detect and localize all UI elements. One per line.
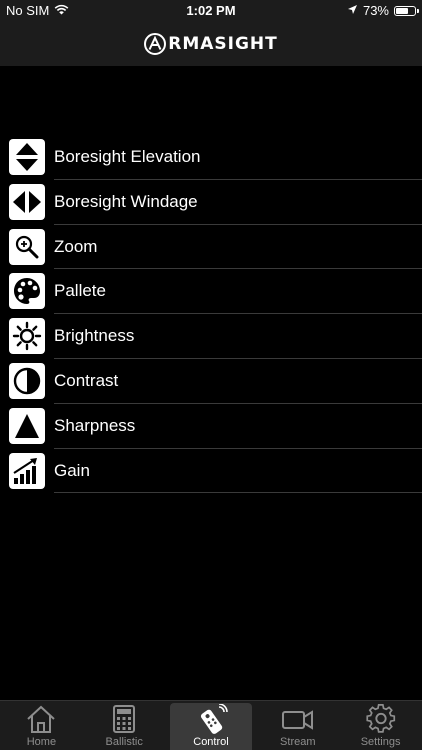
control-item-contrast[interactable]: Contrast [0,359,422,404]
tab-label: Home [26,736,57,748]
tab-settings[interactable]: Settings [339,701,422,750]
control-item-brightness[interactable]: Brightness [0,314,422,359]
palette-icon [9,273,45,310]
control-item-label: Boresight Windage [54,191,198,211]
control-list: Boresight Elevation Boresight Windage Zo… [0,135,422,494]
tab-home[interactable]: Home [0,701,83,750]
armasight-logo: RMASIGHT [144,33,278,55]
calculator-icon [113,705,136,733]
sun-icon [9,318,45,355]
control-item-boresight-elevation[interactable]: Boresight Elevation [0,135,422,180]
home-icon [27,705,56,733]
control-item-label: Zoom [54,236,98,256]
tab-label: Stream [280,736,316,748]
control-item-label: Gain [54,460,90,480]
magnifier-icon [9,228,45,265]
battery-percent: 73% [362,3,389,18]
tab-stream[interactable]: Stream [256,701,339,750]
contrast-icon [9,362,45,399]
control-item-label: Pallete [54,281,106,301]
logo-text: RMASIGHT [168,34,278,54]
up-down-arrows-icon [9,139,45,175]
gear-icon [365,704,395,733]
location-arrow-icon [347,3,358,18]
tab-control[interactable]: Control [169,703,253,750]
control-item-boresight-windage[interactable]: Boresight Windage [0,180,422,225]
control-item-label: Boresight Elevation [54,147,201,166]
tab-label: Control [193,736,229,748]
status-right: 73% [347,3,419,18]
control-item-label: Sharpness [54,415,136,435]
tab-label: Ballistic [105,736,143,748]
tab-ballistic[interactable]: Ballistic [83,701,166,750]
triangle-icon [9,407,45,444]
app-header: RMASIGHT [0,22,422,66]
video-camera-icon [281,710,313,730]
divider [54,492,422,494]
logo-a-icon [144,33,167,55]
battery-icon [394,5,419,16]
control-item-gain[interactable]: Gain [0,449,422,494]
control-item-label: Contrast [54,370,119,390]
tab-label: Settings [360,736,401,748]
gain-bars-icon [9,452,45,489]
status-bar: No SIM 1:02 PM 73% [0,0,422,22]
tab-bar: Home Ballistic Control Stream Settings [0,700,422,750]
left-right-arrows-icon [9,183,45,220]
control-item-sharpness[interactable]: Sharpness [0,404,422,449]
control-item-zoom[interactable]: Zoom [0,225,422,270]
control-item-pallete[interactable]: Pallete [0,269,422,315]
remote-icon [200,704,228,734]
control-item-label: Brightness [54,326,135,346]
